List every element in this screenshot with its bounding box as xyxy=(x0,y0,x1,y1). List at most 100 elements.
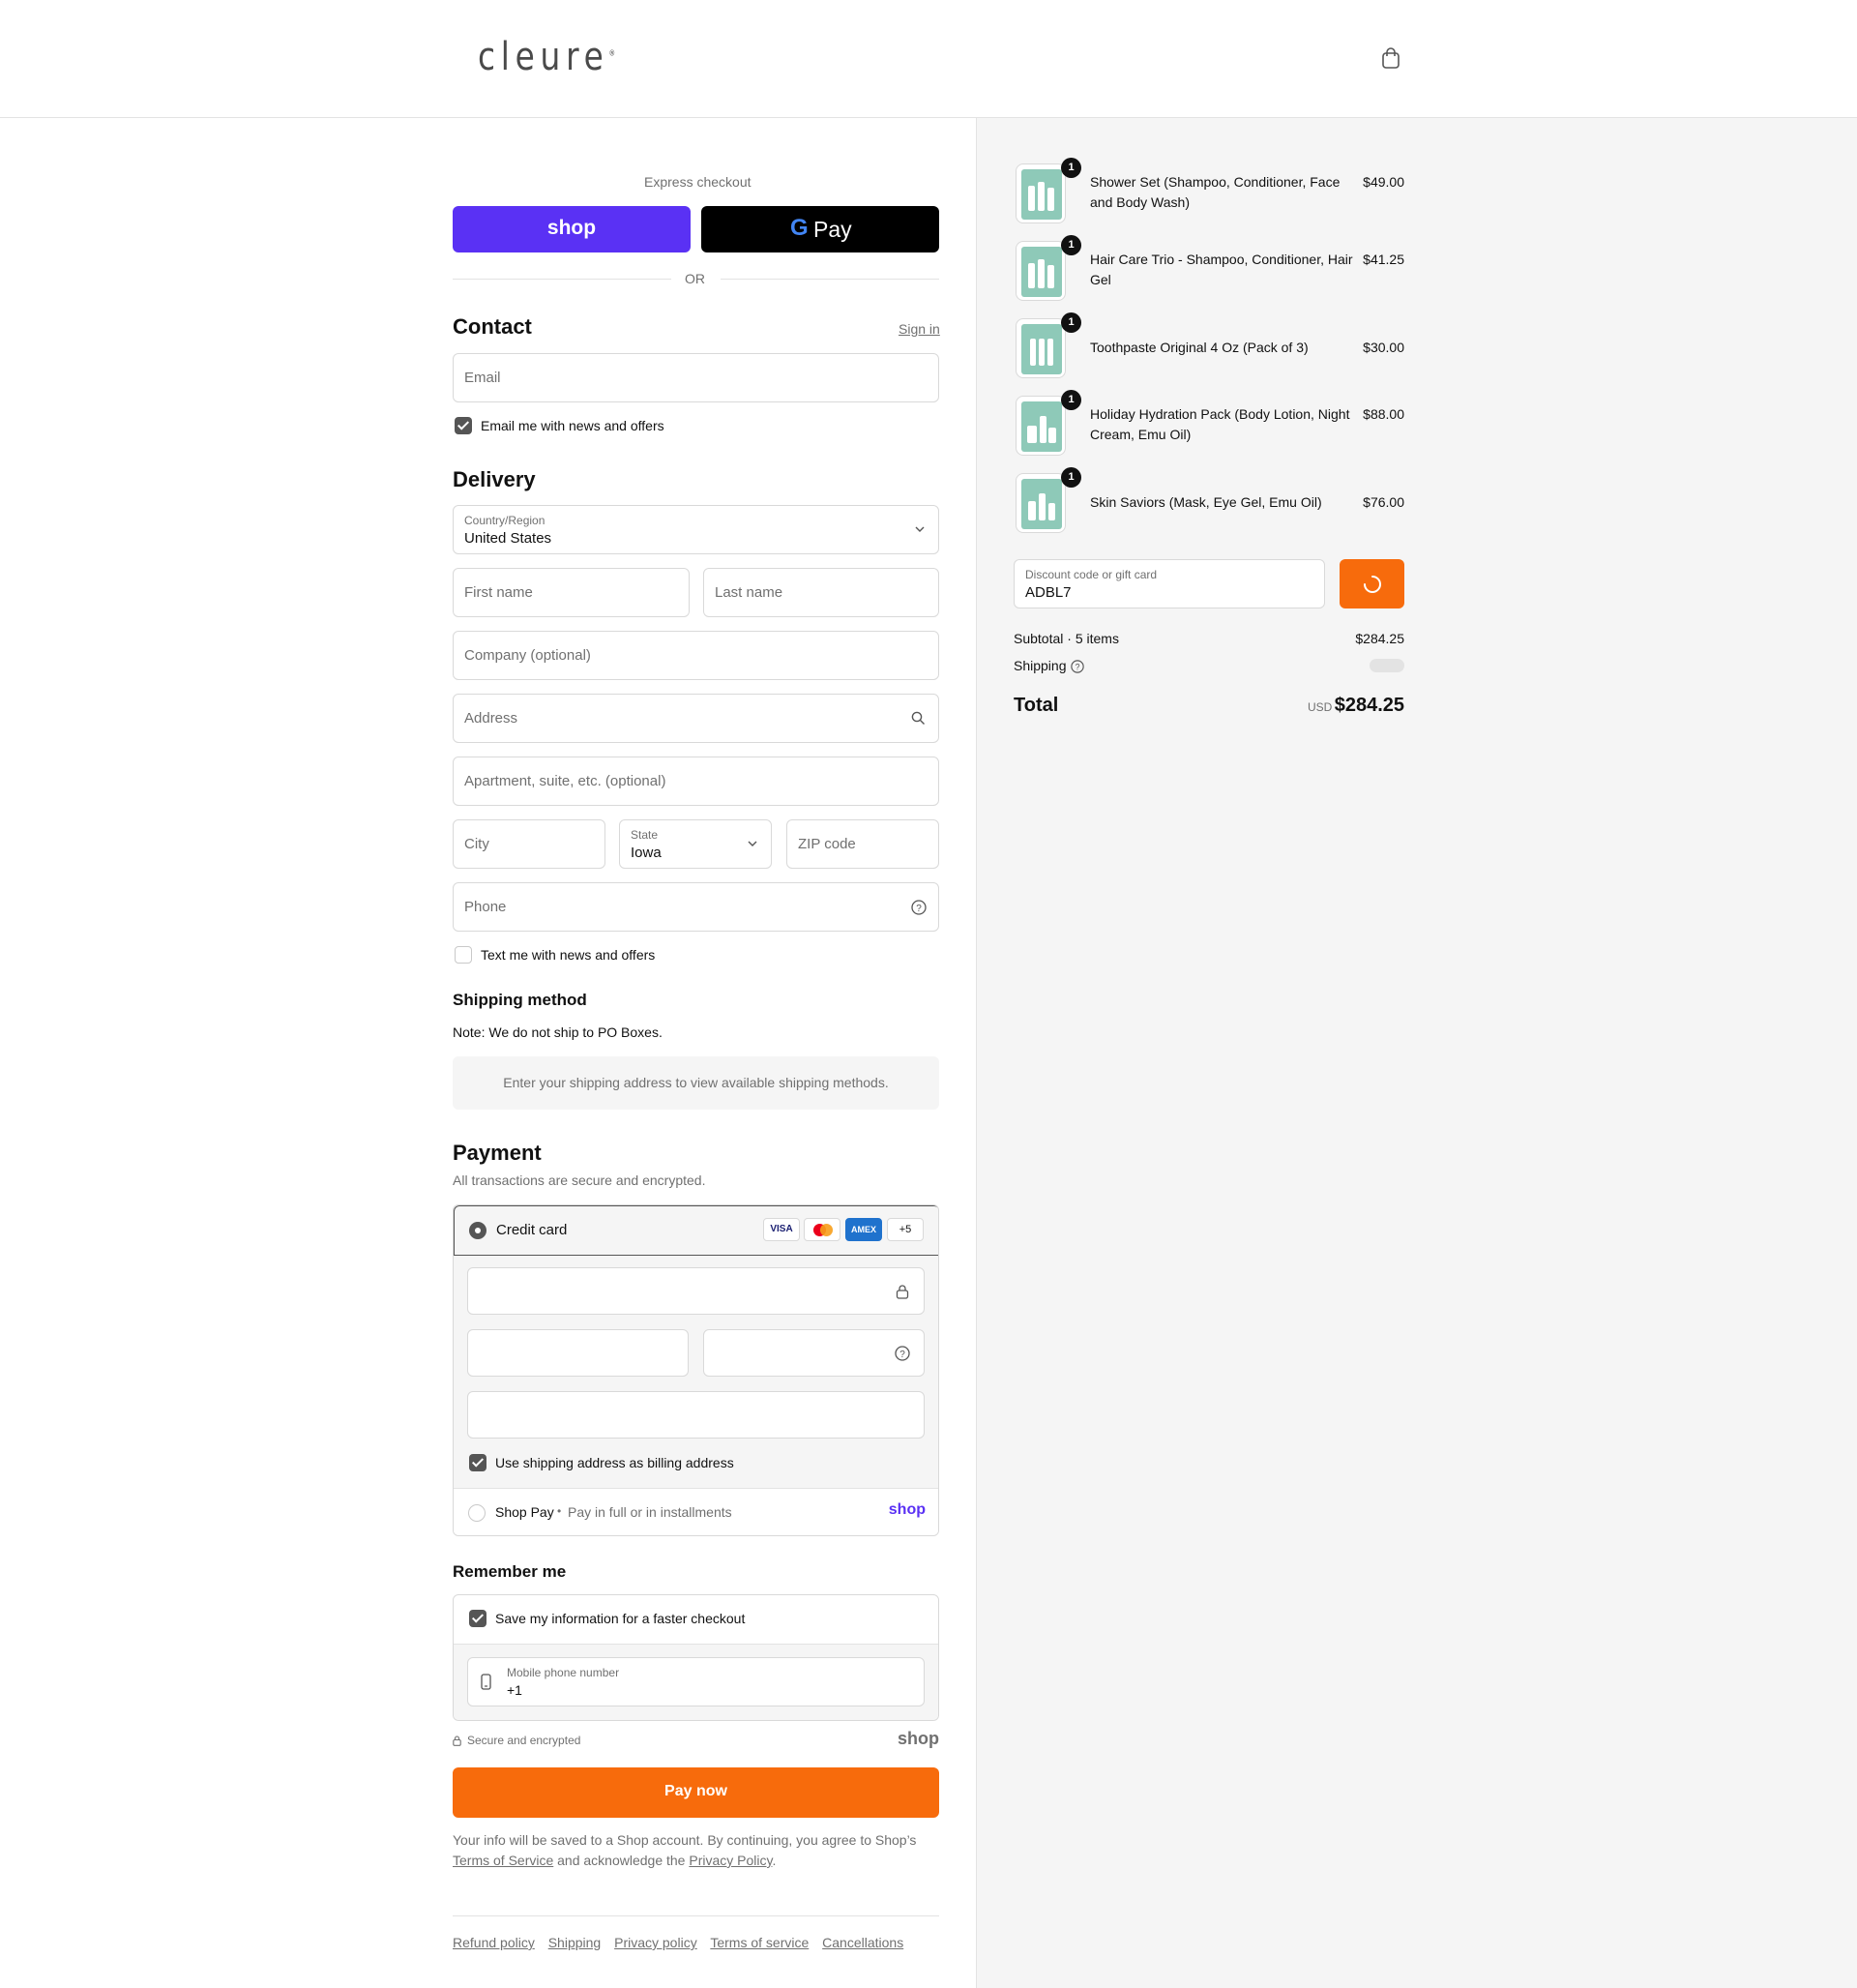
shipping-methods-placeholder: Enter your shipping address to view avai… xyxy=(503,1075,889,1090)
footer-divider xyxy=(453,1915,939,1916)
pay-now-label: Pay now xyxy=(664,1783,727,1799)
phone-field[interactable]: Phone ? xyxy=(453,882,939,932)
shop-logo: shop xyxy=(898,1729,939,1748)
footer-link-shipping[interactable]: Shipping xyxy=(548,1935,602,1950)
card-cvv-field[interactable]: ? xyxy=(703,1329,925,1377)
chevron-down-icon xyxy=(915,526,925,532)
subtotal-label: Subtotal · 5 items xyxy=(1014,631,1119,646)
zip-field[interactable]: ZIP code xyxy=(786,819,939,869)
credit-card-radio[interactable] xyxy=(469,1222,486,1239)
email-field[interactable]: Email xyxy=(453,353,939,402)
payment-title: Payment xyxy=(453,1141,542,1165)
country-select[interactable]: Country/Region United States xyxy=(453,505,939,554)
card-expiry-field[interactable] xyxy=(467,1329,689,1377)
discount-code-field[interactable]: Discount code or gift card ADBL7 xyxy=(1014,559,1325,608)
address-placeholder: Address xyxy=(464,710,518,727)
brand-logo-mark: ® xyxy=(608,48,616,58)
shopping-bag-icon[interactable] xyxy=(1381,47,1400,69)
express-checkout-title: Express checkout xyxy=(644,174,752,190)
footer-link-terms[interactable]: Terms of service xyxy=(710,1935,809,1950)
sign-in-link[interactable]: Sign in xyxy=(899,321,940,337)
quantity-badge: 1 xyxy=(1061,235,1081,255)
email-news-checkbox[interactable] xyxy=(455,417,472,434)
discount-code-value: ADBL7 xyxy=(1025,584,1072,601)
help-icon[interactable]: ? xyxy=(895,1346,910,1361)
shipping-methods-placeholder-box: Enter your shipping address to view avai… xyxy=(453,1056,939,1110)
cart-item-name: Hair Care Trio - Shampoo, Conditioner, H… xyxy=(1090,252,1353,287)
legal-text-1: Your info will be saved to a Shop accoun… xyxy=(453,1832,917,1848)
svg-text:?: ? xyxy=(916,904,922,914)
brand-logo[interactable]: cleure® xyxy=(478,35,615,79)
last-name-placeholder: Last name xyxy=(715,584,783,601)
product-thumbnail xyxy=(1016,473,1066,533)
first-name-field[interactable]: First name xyxy=(453,568,690,617)
discount-code-label: Discount code or gift card xyxy=(1025,568,1158,581)
mobile-phone-field[interactable]: Mobile phone number +1 xyxy=(467,1657,925,1706)
apartment-placeholder: Apartment, suite, etc. (optional) xyxy=(464,773,666,789)
sms-news-checkbox[interactable] xyxy=(455,946,472,964)
google-pay-button[interactable]: G Pay xyxy=(701,206,939,252)
state-select[interactable]: State Iowa xyxy=(619,819,772,869)
legal-text-3: . xyxy=(772,1853,777,1868)
cart-item-name: Holiday Hydration Pack (Body Lotion, Nig… xyxy=(1090,406,1350,442)
legal-text-2: and acknowledge the xyxy=(557,1853,686,1868)
city-field[interactable]: City xyxy=(453,819,605,869)
footer-link-refund[interactable]: Refund policy xyxy=(453,1935,535,1950)
cart-item-name: Toothpaste Original 4 Oz (Pack of 3) xyxy=(1090,340,1309,355)
quantity-badge: 1 xyxy=(1061,467,1081,488)
total-label: Total xyxy=(1014,695,1059,716)
cart-item-price: $76.00 xyxy=(1363,494,1404,510)
legal-text: Your info will be saved to a Shop accoun… xyxy=(453,1830,939,1871)
payment-subtitle: All transactions are secure and encrypte… xyxy=(453,1172,706,1188)
help-icon[interactable]: ? xyxy=(911,900,927,915)
subtotal-value: $284.25 xyxy=(1355,631,1404,646)
mastercard-icon xyxy=(804,1218,840,1241)
footer-link-privacy[interactable]: Privacy policy xyxy=(614,1935,697,1950)
cart-item-name: Shower Set (Shampoo, Conditioner, Face a… xyxy=(1090,174,1341,210)
secure-encrypted-label: Secure and encrypted xyxy=(467,1734,581,1747)
shop-pay-option[interactable]: Shop Pay • Pay in full or in installment… xyxy=(454,1488,938,1535)
google-g-icon: G xyxy=(790,215,809,241)
footer-links: Refund policy Shipping Privacy policy Te… xyxy=(453,1935,903,1950)
total-value: $284.25 xyxy=(1334,695,1404,716)
search-icon xyxy=(911,711,925,725)
shop-pay-button[interactable]: shop xyxy=(453,206,691,252)
product-thumbnail xyxy=(1016,318,1066,378)
first-name-placeholder: First name xyxy=(464,584,533,601)
country-label: Country/Region xyxy=(464,514,545,527)
mobile-phone-label: Mobile phone number xyxy=(507,1666,620,1679)
divider-left xyxy=(453,279,671,280)
terms-of-service-link[interactable]: Terms of Service xyxy=(453,1853,553,1868)
help-icon[interactable]: ? xyxy=(1071,660,1084,673)
email-placeholder: Email xyxy=(464,370,501,386)
apartment-field[interactable]: Apartment, suite, etc. (optional) xyxy=(453,757,939,806)
order-summary xyxy=(976,118,1857,1988)
shop-pay-option-label: Shop Pay xyxy=(495,1504,554,1520)
pay-now-button[interactable]: Pay now xyxy=(453,1767,939,1818)
billing-checkbox[interactable] xyxy=(469,1454,486,1471)
contact-title: Contact xyxy=(453,314,532,339)
quantity-badge: 1 xyxy=(1061,312,1081,333)
apply-discount-button[interactable] xyxy=(1340,559,1404,608)
card-name-field[interactable] xyxy=(467,1391,925,1439)
zip-placeholder: ZIP code xyxy=(798,836,856,852)
lock-icon xyxy=(453,1736,461,1746)
billing-label: Use shipping address as billing address xyxy=(495,1455,734,1470)
address-field[interactable]: Address xyxy=(453,694,939,743)
save-info-checkbox[interactable] xyxy=(469,1610,486,1627)
product-thumbnail xyxy=(1016,163,1066,223)
shipping-method-title: Shipping method xyxy=(453,991,587,1009)
privacy-policy-link[interactable]: Privacy Policy xyxy=(689,1853,772,1868)
product-thumbnail xyxy=(1016,241,1066,301)
shop-pay-radio[interactable] xyxy=(468,1504,486,1522)
visa-icon: VISA xyxy=(763,1218,800,1241)
sms-news-label: Text me with news and offers xyxy=(481,947,656,963)
last-name-field[interactable]: Last name xyxy=(703,568,939,617)
card-number-field[interactable] xyxy=(467,1267,925,1315)
state-value: Iowa xyxy=(631,845,662,861)
quantity-badge: 1 xyxy=(1061,390,1081,410)
delivery-title: Delivery xyxy=(453,467,536,491)
phone-placeholder: Phone xyxy=(464,899,507,915)
company-field[interactable]: Company (optional) xyxy=(453,631,939,680)
footer-link-cancellations[interactable]: Cancellations xyxy=(822,1935,903,1950)
